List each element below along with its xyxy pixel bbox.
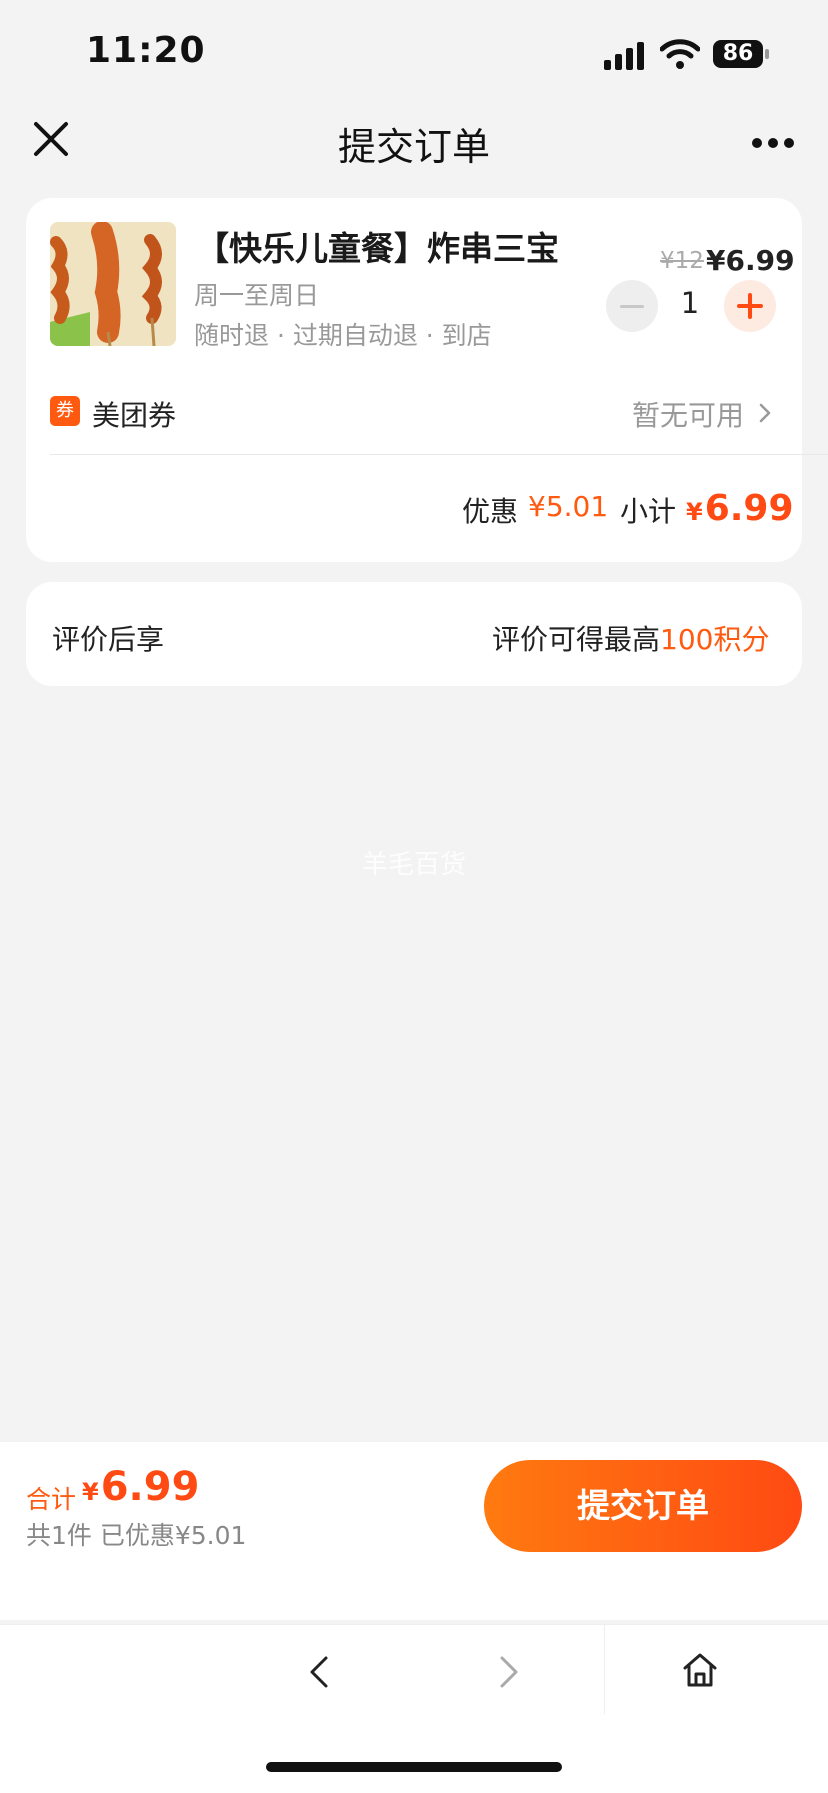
more-icon[interactable]	[750, 128, 796, 158]
chevron-right-icon[interactable]	[758, 402, 772, 424]
status-time: 11:20	[86, 30, 206, 71]
forward-icon[interactable]	[494, 1652, 524, 1692]
product-validity: 周一至周日	[194, 281, 320, 310]
subtotal-amount: 6.99	[704, 488, 794, 529]
coupon-status[interactable]: 暂无可用	[632, 394, 744, 434]
toolbar-divider	[604, 1624, 605, 1714]
battery-icon: 86	[712, 38, 770, 70]
subtotal-currency: ¥	[686, 498, 703, 526]
subtotal-value: ¥6.99	[686, 488, 794, 529]
product-image[interactable]	[50, 222, 176, 346]
page-title: 提交订单	[337, 125, 490, 169]
total-amount: 6.99	[100, 1464, 200, 1510]
quantity-value: 1	[680, 286, 700, 320]
home-icon[interactable]	[680, 1650, 720, 1690]
review-label: 评价后享	[52, 623, 165, 656]
total-value: ¥6.99	[82, 1464, 199, 1510]
total-currency: ¥	[82, 1478, 99, 1506]
total-summary: 共1件 已优惠¥5.01	[26, 1521, 247, 1550]
increase-quantity-button[interactable]	[724, 280, 776, 332]
decrease-quantity-button[interactable]	[606, 280, 658, 332]
review-desc-prefix: 评价可得最高	[492, 623, 661, 656]
discount-label: 优惠	[462, 495, 519, 528]
total-label: 合计	[26, 1485, 77, 1514]
submit-order-button[interactable]: 提交订单	[484, 1460, 802, 1552]
watermark: 羊毛百货	[361, 850, 466, 880]
review-points: 100积分	[660, 623, 770, 656]
coupon-icon: 券	[50, 396, 80, 426]
unit-price: ¥6.99	[706, 244, 795, 277]
signal-icon	[604, 42, 644, 70]
battery-level: 86	[722, 41, 754, 66]
discount-value: ¥5.01	[528, 490, 609, 523]
product-name: 【快乐儿童餐】炸串三宝	[196, 229, 559, 268]
wifi-icon	[660, 39, 700, 69]
subtotal-label: 小计	[620, 495, 677, 528]
original-price: ¥12	[660, 248, 704, 274]
review-description: 评价可得最高100积分	[492, 618, 769, 658]
coupon-label[interactable]: 美团券	[92, 394, 176, 434]
divider	[50, 454, 828, 455]
back-icon[interactable]	[304, 1652, 334, 1692]
home-indicator[interactable]	[266, 1762, 562, 1772]
product-tags: 随时退 · 过期自动退 · 到店	[194, 321, 492, 350]
